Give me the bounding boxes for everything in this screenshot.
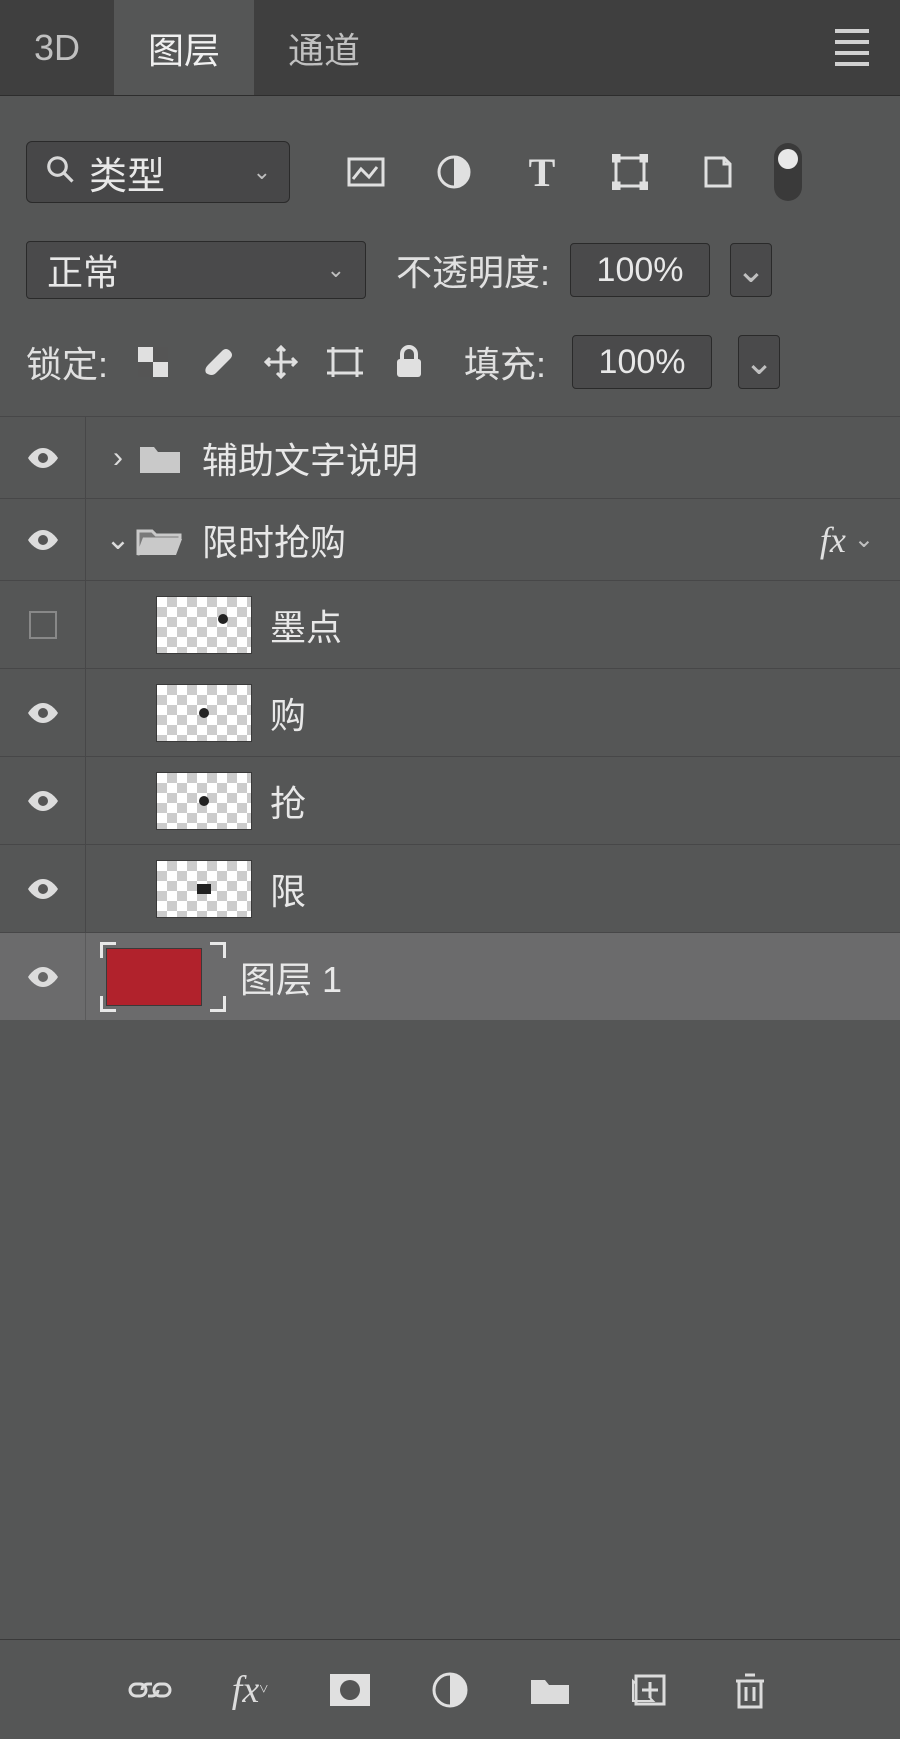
visibility-toggle[interactable]	[0, 417, 86, 498]
folder-open-icon	[136, 511, 184, 569]
new-layer-button[interactable]	[628, 1668, 672, 1712]
blend-mode-select[interactable]: 正常 ⌄	[26, 241, 366, 299]
lock-label: 锁定:	[26, 336, 108, 388]
chevron-down-icon: ⌄	[253, 159, 271, 185]
lock-paint-icon[interactable]	[198, 343, 236, 381]
eye-icon	[26, 701, 60, 725]
fill-label: 填充:	[464, 336, 546, 388]
fill-dropdown[interactable]: ⌄	[738, 335, 780, 389]
lock-transparency-icon[interactable]	[134, 343, 172, 381]
layer-thumbnail[interactable]	[156, 860, 252, 918]
layer-thumbnail[interactable]	[156, 596, 252, 654]
layer-name: 限	[270, 863, 306, 915]
eye-icon	[26, 877, 60, 901]
layer-thumbnail[interactable]	[156, 772, 252, 830]
chevron-down-icon[interactable]: ⌄	[854, 525, 874, 554]
filter-adjustment-icon[interactable]	[432, 150, 476, 194]
layer-thumbnail-selected[interactable]	[100, 942, 226, 1012]
lock-artboard-icon[interactable]	[326, 343, 364, 381]
layer-name: 辅助文字说明	[202, 432, 418, 484]
link-layers-button[interactable]	[128, 1668, 172, 1712]
eye-icon	[26, 528, 60, 552]
opacity-label: 不透明度:	[396, 244, 550, 296]
visibility-toggle[interactable]	[0, 933, 86, 1020]
layer-thumbnail[interactable]	[156, 684, 252, 742]
eye-icon	[26, 965, 60, 989]
visibility-toggle[interactable]	[0, 845, 86, 932]
fx-indicator[interactable]: fx	[820, 519, 846, 561]
visibility-toggle[interactable]	[0, 499, 86, 580]
filter-toggle[interactable]	[774, 143, 802, 201]
layers-list: › 辅助文字说明 ⌄ 限时抢购 fx ⌄	[0, 416, 900, 1639]
visibility-toggle[interactable]	[0, 669, 86, 756]
lock-position-icon[interactable]	[262, 343, 300, 381]
layer-row-selected[interactable]: 图层 1	[0, 932, 900, 1020]
layer-name: 墨点	[270, 599, 342, 651]
layer-name: 图层 1	[240, 951, 342, 1003]
filter-smartobject-icon[interactable]	[696, 150, 740, 194]
delete-layer-button[interactable]	[728, 1668, 772, 1712]
filter-pixel-icon[interactable]	[344, 150, 388, 194]
eye-icon	[26, 789, 60, 813]
lock-all-icon[interactable]	[390, 343, 428, 381]
tab-3d[interactable]: 3D	[0, 0, 114, 95]
layer-mask-button[interactable]	[328, 1668, 372, 1712]
visibility-off-icon	[29, 611, 57, 639]
layer-row-group[interactable]: › 辅助文字说明	[0, 416, 900, 498]
chevron-down-icon: ⌄	[327, 257, 345, 283]
new-group-button[interactable]	[528, 1668, 572, 1712]
tab-channels[interactable]: 通道	[254, 0, 394, 95]
search-icon	[45, 151, 75, 194]
tab-layers[interactable]: 图层	[114, 0, 254, 95]
fill-field[interactable]: 100%	[572, 335, 712, 389]
layer-row[interactable]: 限	[0, 844, 900, 932]
visibility-toggle[interactable]	[0, 581, 86, 668]
visibility-toggle[interactable]	[0, 757, 86, 844]
layer-row[interactable]: 购	[0, 668, 900, 756]
group-disclosure-closed[interactable]: ›	[100, 441, 136, 475]
layer-kind-label: 类型	[89, 145, 165, 200]
layer-kind-filter[interactable]: 类型 ⌄	[26, 141, 290, 203]
filter-type-icon[interactable]: T	[520, 150, 564, 194]
layer-row-group[interactable]: ⌄ 限时抢购 fx ⌄	[0, 498, 900, 580]
layer-name: 抢	[270, 775, 306, 827]
opacity-field[interactable]: 100%	[570, 243, 710, 297]
filter-shape-icon[interactable]	[608, 150, 652, 194]
menu-icon	[835, 29, 869, 66]
layer-row[interactable]: 抢	[0, 756, 900, 844]
panel-menu-button[interactable]	[804, 0, 900, 96]
opacity-dropdown[interactable]: ⌄	[730, 243, 772, 297]
group-disclosure-open[interactable]: ⌄	[100, 522, 136, 557]
layer-name: 购	[270, 687, 306, 739]
layer-name: 限时抢购	[202, 514, 346, 566]
adjustment-layer-button[interactable]	[428, 1668, 472, 1712]
eye-icon	[26, 446, 60, 470]
folder-icon	[136, 429, 184, 487]
layer-style-button[interactable]: fx˅	[228, 1668, 272, 1712]
layer-row[interactable]: 墨点	[0, 580, 900, 668]
blend-mode-value: 正常	[47, 244, 119, 296]
